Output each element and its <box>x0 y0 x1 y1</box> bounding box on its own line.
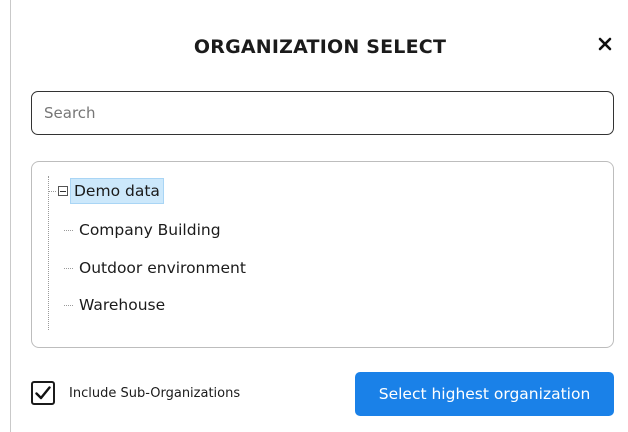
tree-node-outdoor-environment[interactable]: Outdoor environment <box>64 255 246 281</box>
tree-node-label-demo-data[interactable]: Demo data <box>70 178 164 204</box>
organization-tree: Demo data Company Building Outdoor envir… <box>31 161 614 348</box>
collapse-toggle-icon[interactable] <box>58 186 68 196</box>
tree-node-warehouse[interactable]: Warehouse <box>64 292 165 318</box>
tree-node-label: Outdoor environment <box>79 259 246 277</box>
tree-node-company-building[interactable]: Company Building <box>64 217 221 243</box>
tree-node-label: Warehouse <box>79 296 166 314</box>
organization-select-dialog: ORGANIZATION SELECT Demo data Company Bu… <box>0 0 628 432</box>
tree-node-demo-data: Demo data <box>48 176 164 206</box>
tree-node-label: Company Building <box>79 221 221 239</box>
include-sub-organizations-label: Include Sub-Organizations <box>69 385 241 401</box>
dialog-left-edge <box>10 0 11 432</box>
search-input[interactable] <box>31 91 614 135</box>
close-icon <box>598 37 612 51</box>
close-button[interactable] <box>591 30 619 58</box>
select-highest-organization-button[interactable]: Select highest organization <box>355 372 614 416</box>
checkmark-icon <box>35 386 51 400</box>
include-sub-organizations-checkbox[interactable] <box>31 381 55 405</box>
include-sub-organizations-option: Include Sub-Organizations <box>31 381 240 405</box>
dialog-title: ORGANIZATION SELECT <box>193 36 447 58</box>
